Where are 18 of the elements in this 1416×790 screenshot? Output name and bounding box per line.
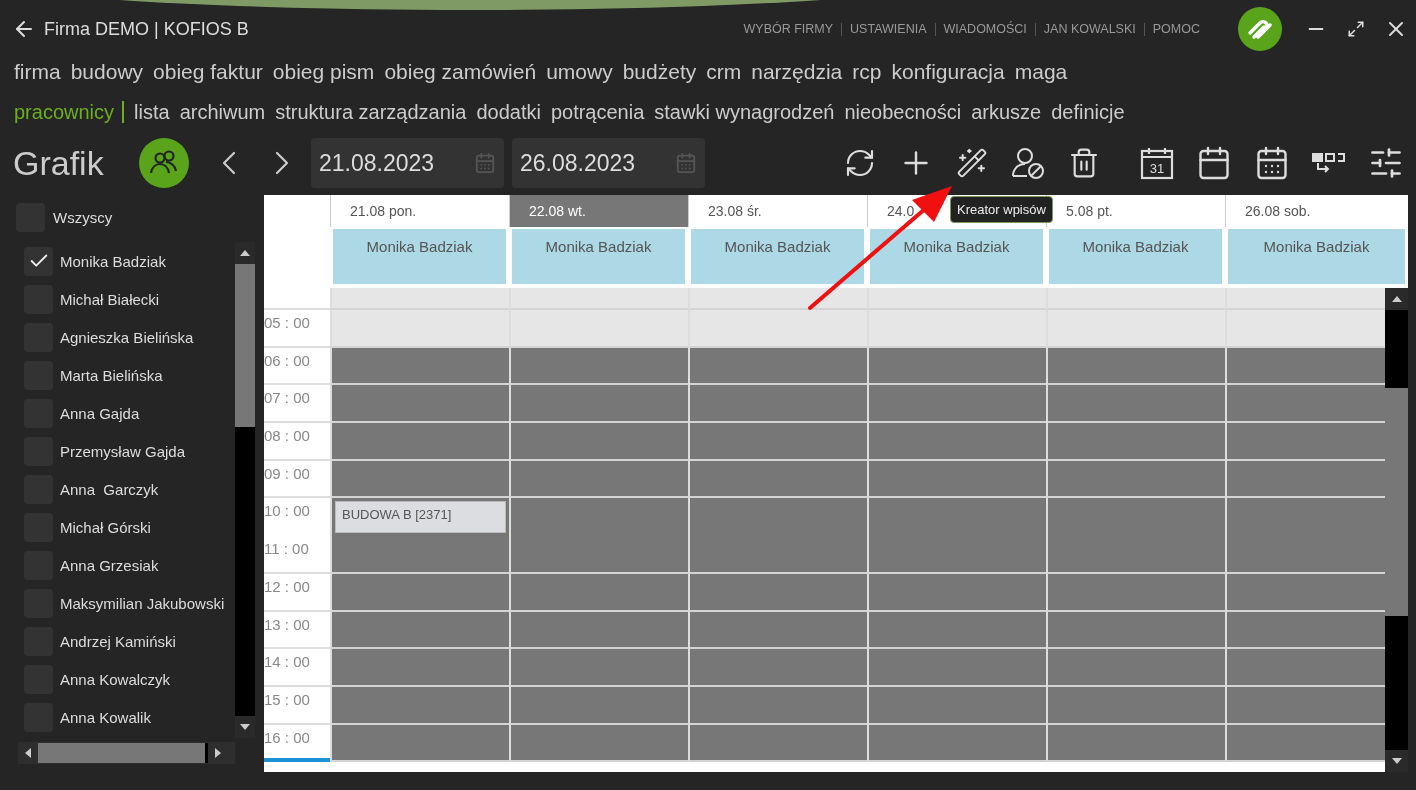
employee-name: Agnieszka Bielińska — [60, 328, 194, 346]
employee-name: Monika Badziak — [60, 252, 166, 270]
tooltip: Kreator wpisów — [950, 196, 1053, 223]
employee-name: Michał Białecki — [60, 290, 160, 308]
employee-name: Michał Górski — [60, 518, 151, 536]
employee-name: Anna Kowalik — [60, 708, 151, 726]
window-title: Firma DEMO | KOFIOS B — [44, 18, 249, 40]
employee-name: Marta Bielińska — [60, 366, 163, 384]
employee-name: Anna Garczyk — [60, 480, 159, 498]
employee-name: Anna Kowalczyk — [60, 670, 171, 688]
employee-name: Anna Gajda — [60, 404, 140, 422]
employee-name: Maksymilian Jakubowski — [60, 594, 225, 612]
employee-name: Anna Grzesiak — [60, 556, 159, 574]
time-label: 11 : 00 — [264, 536, 330, 574]
checkbox-label: Wszyscy — [53, 208, 113, 226]
page-title: Grafik — [13, 143, 105, 183]
employee-name: Przemysław Gajda — [60, 442, 186, 460]
employee-name: Andrzej Kamiński — [60, 632, 176, 650]
